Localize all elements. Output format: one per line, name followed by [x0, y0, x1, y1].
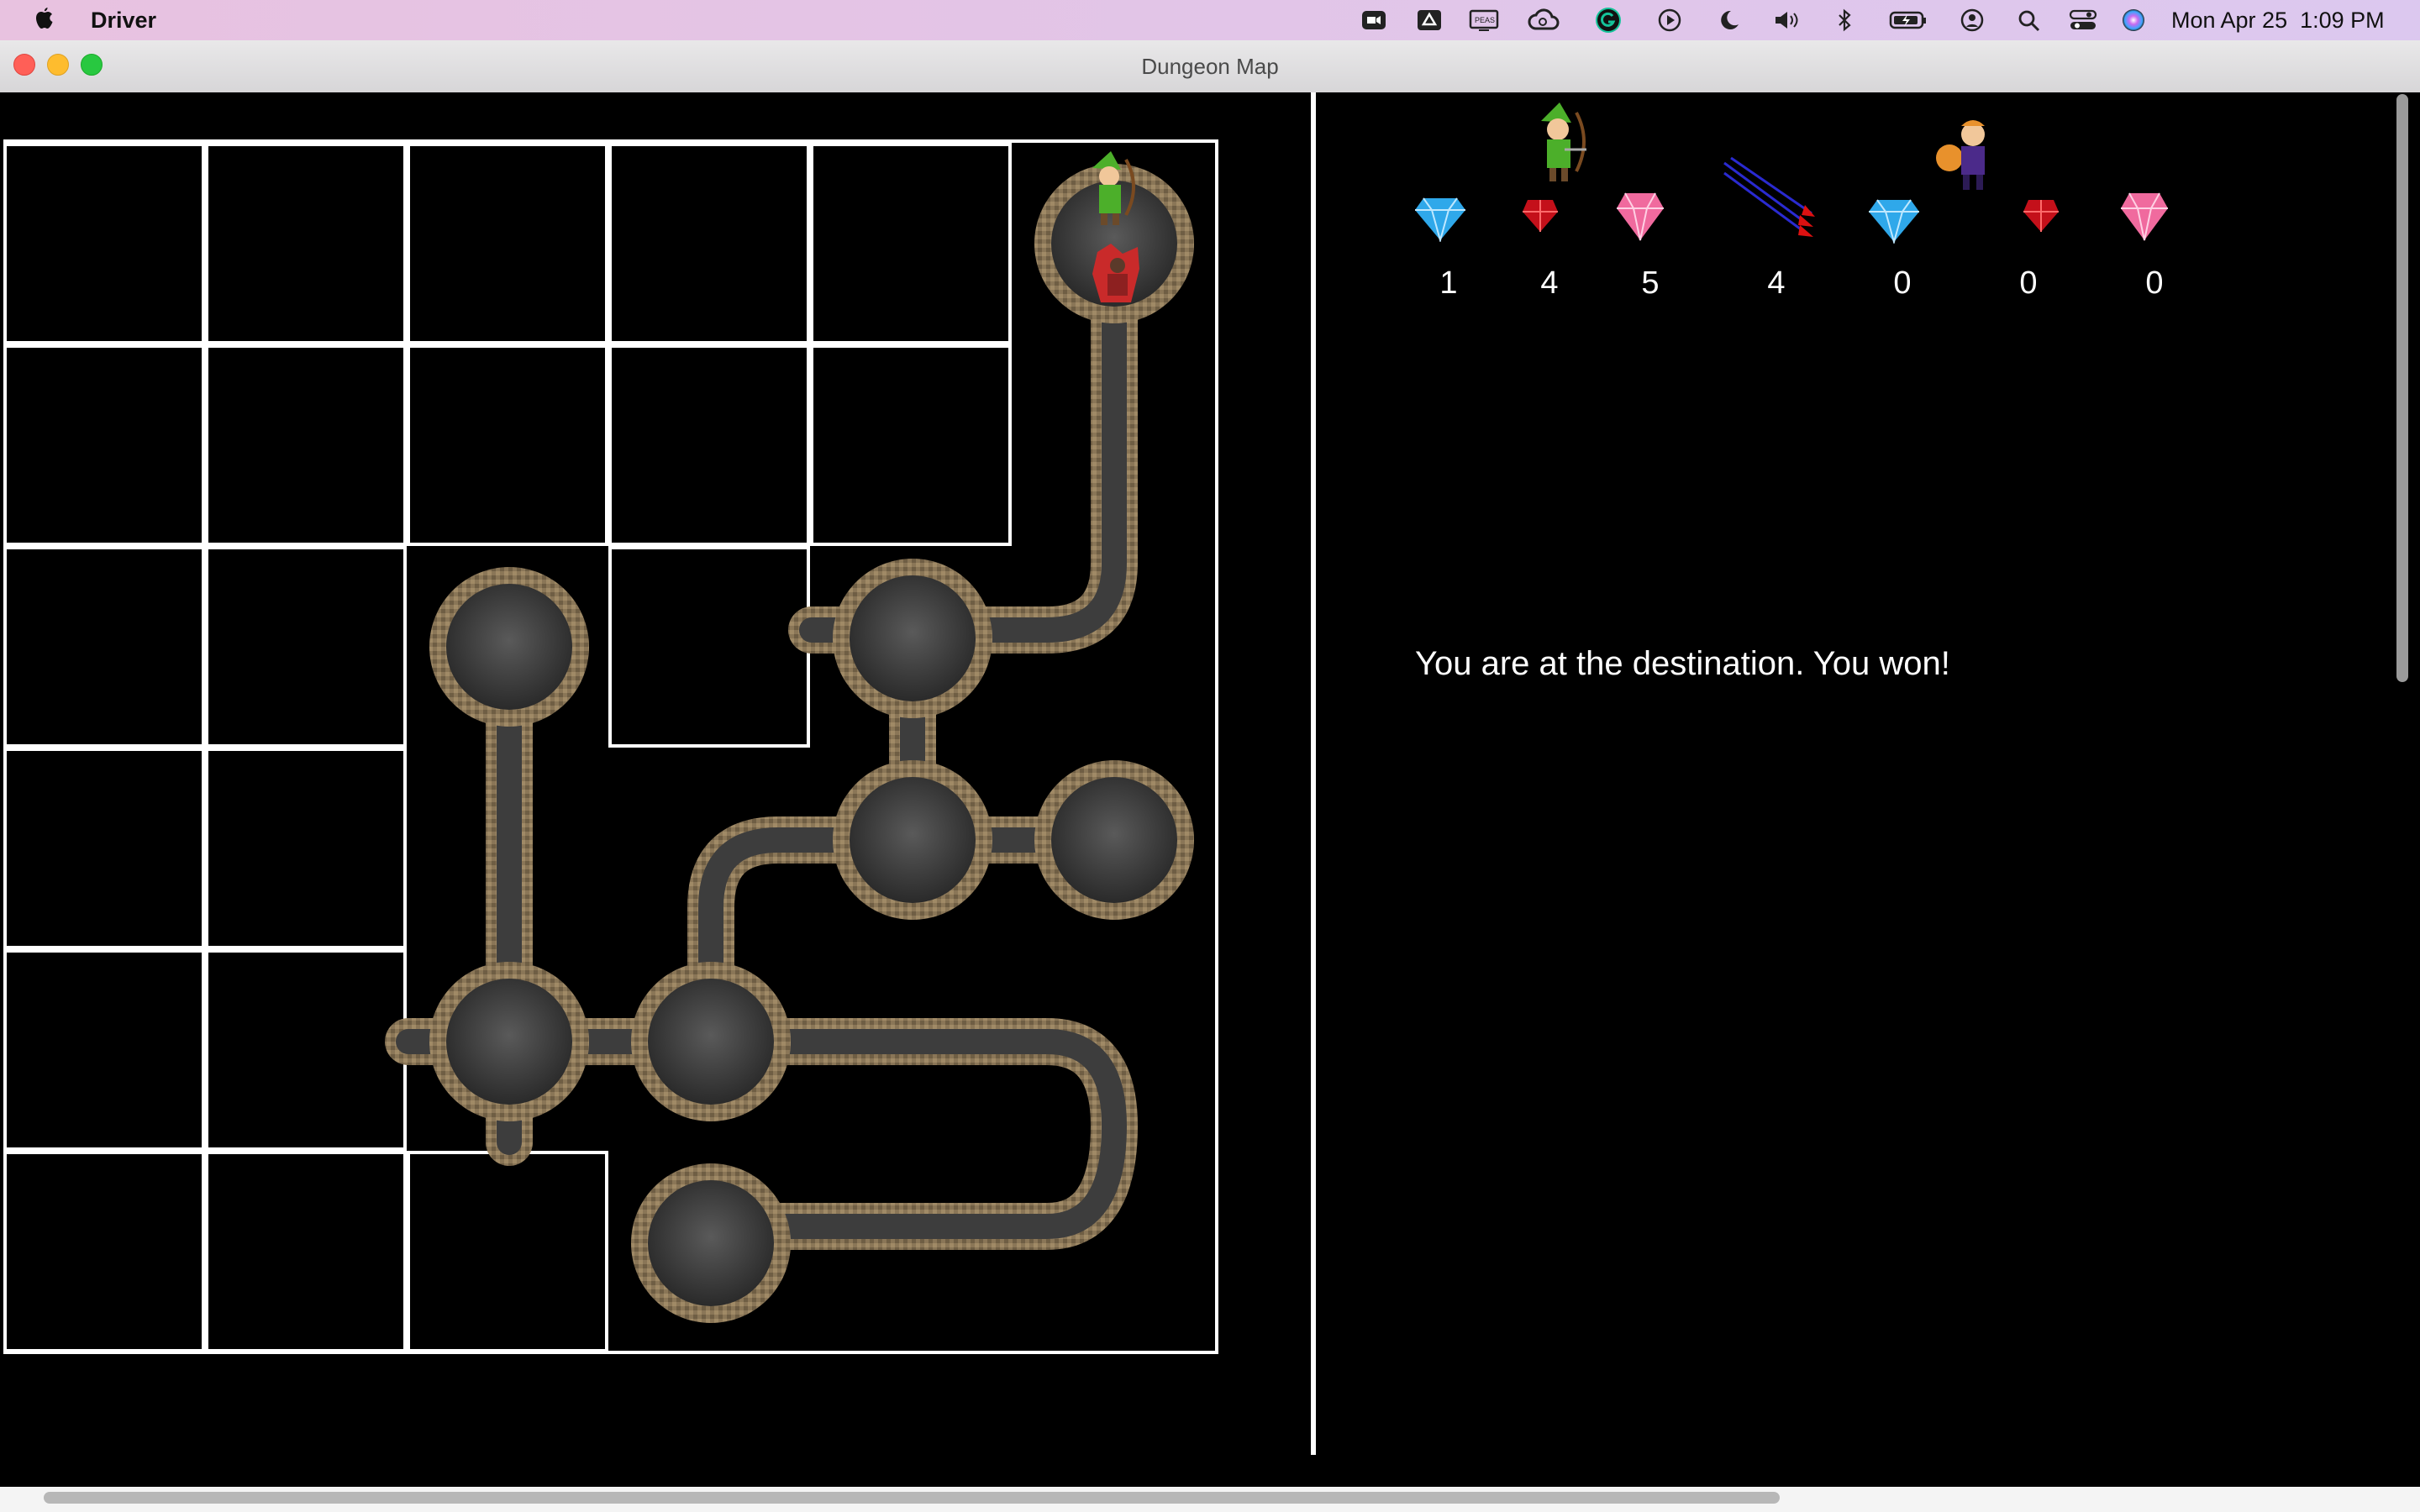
inventory-panel: 1 4 5 4 0 0 0 [1316, 92, 2391, 680]
unexplored-cell [205, 143, 407, 344]
unexplored-cell [810, 143, 1012, 344]
player-diamond-count: 5 [1641, 265, 1660, 301]
player-ruby-count: 4 [1540, 265, 1559, 301]
window-title: Dungeon Map [1141, 54, 1279, 79]
svg-text:PEAS: PEAS [1475, 16, 1495, 24]
thief-avatar [1936, 120, 1985, 190]
maximize-button[interactable] [81, 54, 103, 76]
creative-cloud-icon[interactable] [1528, 8, 1560, 32]
zoom-icon[interactable] [1361, 8, 1386, 32]
unexplored-cell [205, 949, 407, 1151]
unexplored-cell [3, 344, 205, 546]
play-icon[interactable] [1657, 8, 1682, 32]
app-name[interactable]: Driver [91, 0, 156, 40]
unexplored-cell [3, 949, 205, 1151]
horizontal-scroll-thumb[interactable] [44, 1492, 1780, 1504]
drive-icon[interactable] [1417, 8, 1442, 32]
vertical-scroll-thumb[interactable] [2396, 94, 2408, 682]
search-icon[interactable] [2017, 8, 2042, 32]
unexplored-cell [810, 344, 1012, 546]
diamond-icon [1617, 192, 1664, 241]
apple-icon[interactable] [32, 0, 57, 40]
unexplored-cell [205, 748, 407, 949]
bluetooth-icon[interactable] [1835, 8, 1860, 32]
unexplored-cell [608, 344, 810, 546]
room [833, 760, 992, 920]
player-archer-avatar [1541, 102, 1586, 181]
unexplored-cell [205, 546, 407, 748]
room [1034, 760, 1194, 920]
diamond-icon [2121, 192, 2168, 241]
thief-ruby-count: 0 [2019, 265, 2038, 301]
unexplored-cell [3, 748, 205, 949]
unexplored-cell [3, 143, 205, 344]
player-arrows-count: 4 [1767, 265, 1786, 301]
thief-diamond-count: 0 [2145, 265, 2164, 301]
unexplored-cell [608, 546, 810, 748]
unexplored-cell [407, 1151, 608, 1352]
unexplored-cell [407, 344, 608, 546]
battery-icon[interactable] [1889, 8, 1926, 32]
room [429, 567, 589, 727]
window-titlebar[interactable]: Dungeon Map [0, 40, 2420, 94]
monster-icon [1092, 244, 1139, 302]
unexplored-cell [205, 1151, 407, 1352]
minimize-button[interactable] [47, 54, 69, 76]
thief-sapphire-count: 0 [1893, 265, 1912, 301]
sapphire-icon [1415, 197, 1465, 242]
arrows-icon [1723, 156, 1815, 237]
room [833, 559, 992, 718]
room [631, 1163, 791, 1323]
moon-icon[interactable] [1716, 8, 1741, 32]
grammarly-icon[interactable] [1595, 8, 1621, 33]
sapphire-icon [1869, 199, 1919, 244]
game-status-message: You are at the destination. You won! [1415, 645, 1950, 682]
unexplored-cell [205, 344, 407, 546]
unexplored-cell [3, 546, 205, 748]
unexplored-cell [608, 143, 810, 344]
unexplored-cell [3, 1151, 205, 1352]
cast-icon[interactable]: PEAS [1469, 8, 1499, 32]
dungeon-map [3, 139, 1218, 1354]
menu-bar: Driver PEAS Mon Apr 25 1:09 PM [0, 0, 2420, 40]
player-sapphire-count: 1 [1439, 265, 1458, 301]
ruby-icon [2023, 200, 2059, 232]
room [429, 962, 589, 1121]
unexplored-cell [407, 143, 608, 344]
close-button[interactable] [13, 54, 35, 76]
room [631, 962, 791, 1121]
volume-icon[interactable] [1773, 8, 1798, 32]
ruby-icon [1523, 200, 1558, 232]
siri-icon[interactable] [2121, 8, 2146, 32]
menubar-clock[interactable]: Mon Apr 25 1:09 PM [2171, 0, 2385, 40]
control-center-icon[interactable] [2069, 8, 2097, 32]
user-icon[interactable] [1960, 8, 1985, 32]
